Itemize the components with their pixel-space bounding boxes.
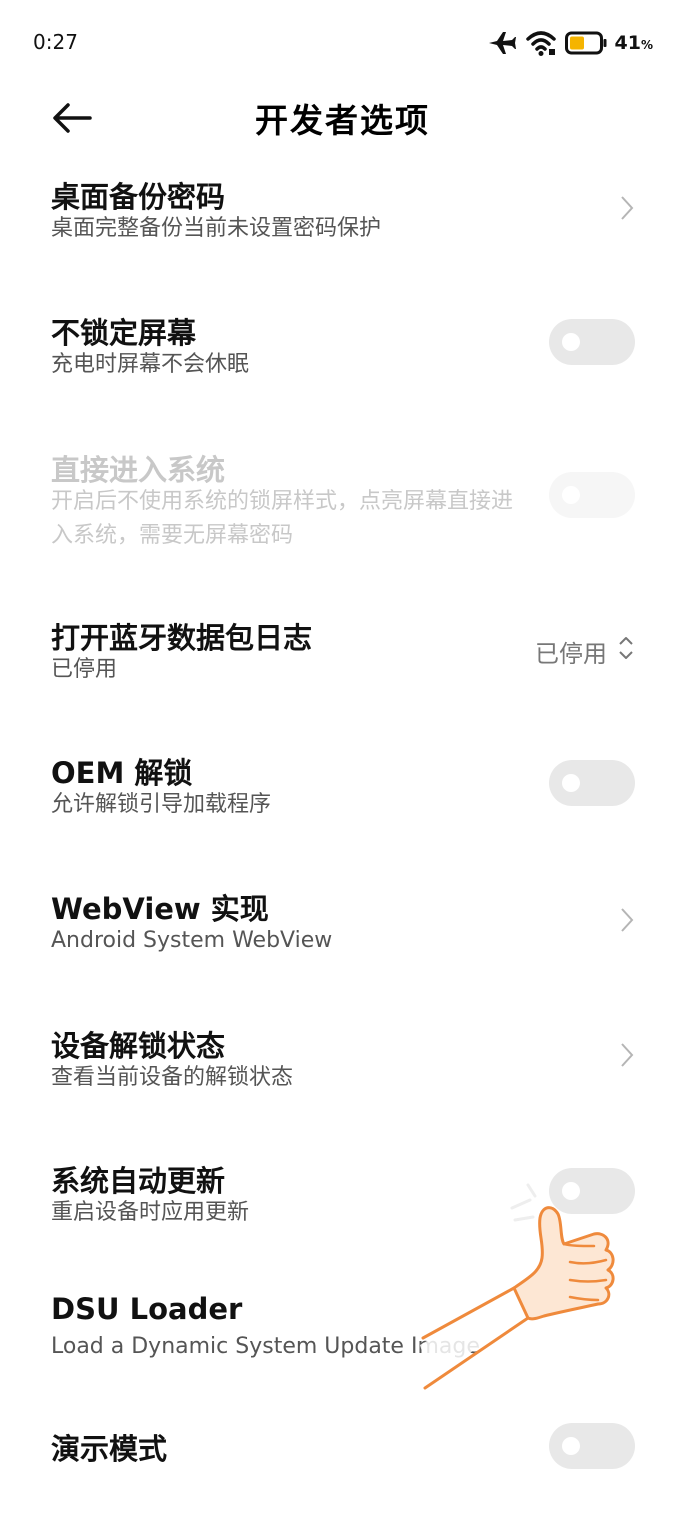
setting-stay-awake[interactable]: 不锁定屏幕 充电时屏幕不会休眠 [0, 305, 685, 405]
wifi-icon [525, 31, 556, 56]
setting-subtitle: Android System WebView [51, 928, 333, 953]
setting-device-unlock-status[interactable]: 设备解锁状态 查看当前设备的解锁状态 [0, 1021, 685, 1121]
airplane-icon [488, 32, 516, 54]
setting-title: 打开蓝牙数据包日志 [51, 621, 313, 655]
setting-title: 直接进入系统 [51, 453, 226, 487]
page-title: 开发者选项 [255, 101, 430, 140]
header: 开发者选项 [0, 80, 685, 170]
chevron-right-icon [621, 908, 634, 932]
setting-webview-implementation[interactable]: WebView 实现 Android System WebView [0, 884, 685, 984]
stay-awake-toggle[interactable] [549, 319, 635, 365]
up-down-icon[interactable] [617, 634, 635, 662]
direct-enter-system-toggle [549, 472, 635, 518]
setting-title: 演示模式 [51, 1432, 168, 1466]
setting-subtitle: 查看当前设备的解锁状态 [51, 1065, 294, 1090]
battery-icon [564, 31, 607, 55]
chevron-right-icon [621, 196, 634, 220]
setting-subtitle: 开启后不使用系统的锁屏样式，点亮屏幕直接进入系统，需要无屏幕密码 [51, 489, 514, 548]
setting-title: 桌面备份密码 [51, 180, 226, 214]
setting-title: WebView 实现 [51, 892, 269, 926]
setting-desktop-backup-password[interactable]: 桌面备份密码 桌面完整备份当前未设置密码保护 [0, 168, 685, 268]
status-time: 0:27 [33, 30, 78, 54]
setting-subtitle: 充电时屏幕不会休眠 [51, 352, 250, 377]
thumbs-up-icon [420, 1183, 615, 1390]
setting-title: 系统自动更新 [51, 1164, 226, 1198]
status-bar: 0:27 41% [0, 0, 685, 80]
oem-unlock-toggle[interactable] [549, 760, 635, 806]
setting-title: 不锁定屏幕 [51, 316, 197, 350]
setting-oem-unlock[interactable]: OEM 解锁 允许解锁引导加载程序 [0, 748, 685, 848]
demo-mode-toggle[interactable] [549, 1423, 635, 1469]
setting-demo-mode[interactable]: 演示模式 [0, 1423, 685, 1506]
setting-title: DSU Loader [51, 1292, 243, 1326]
setting-title: OEM 解锁 [51, 756, 193, 790]
dropdown-value[interactable]: 已停用 [535, 634, 607, 669]
setting-direct-enter-system: 直接进入系统 开启后不使用系统的锁屏样式，点亮屏幕直接进入系统，需要无屏幕密码 [0, 442, 685, 572]
setting-subtitle: 桌面完整备份当前未设置密码保护 [51, 216, 382, 241]
chevron-right-icon [621, 1043, 634, 1067]
setting-subtitle: 允许解锁引导加载程序 [51, 792, 272, 817]
setting-subtitle: 已停用 [51, 657, 118, 682]
setting-bluetooth-hci-log[interactable]: 打开蓝牙数据包日志 已停用 已停用 [0, 610, 685, 710]
status-icons: 41% [487, 27, 653, 59]
setting-title: 设备解锁状态 [51, 1029, 226, 1063]
battery-percent: 41% [614, 32, 653, 54]
